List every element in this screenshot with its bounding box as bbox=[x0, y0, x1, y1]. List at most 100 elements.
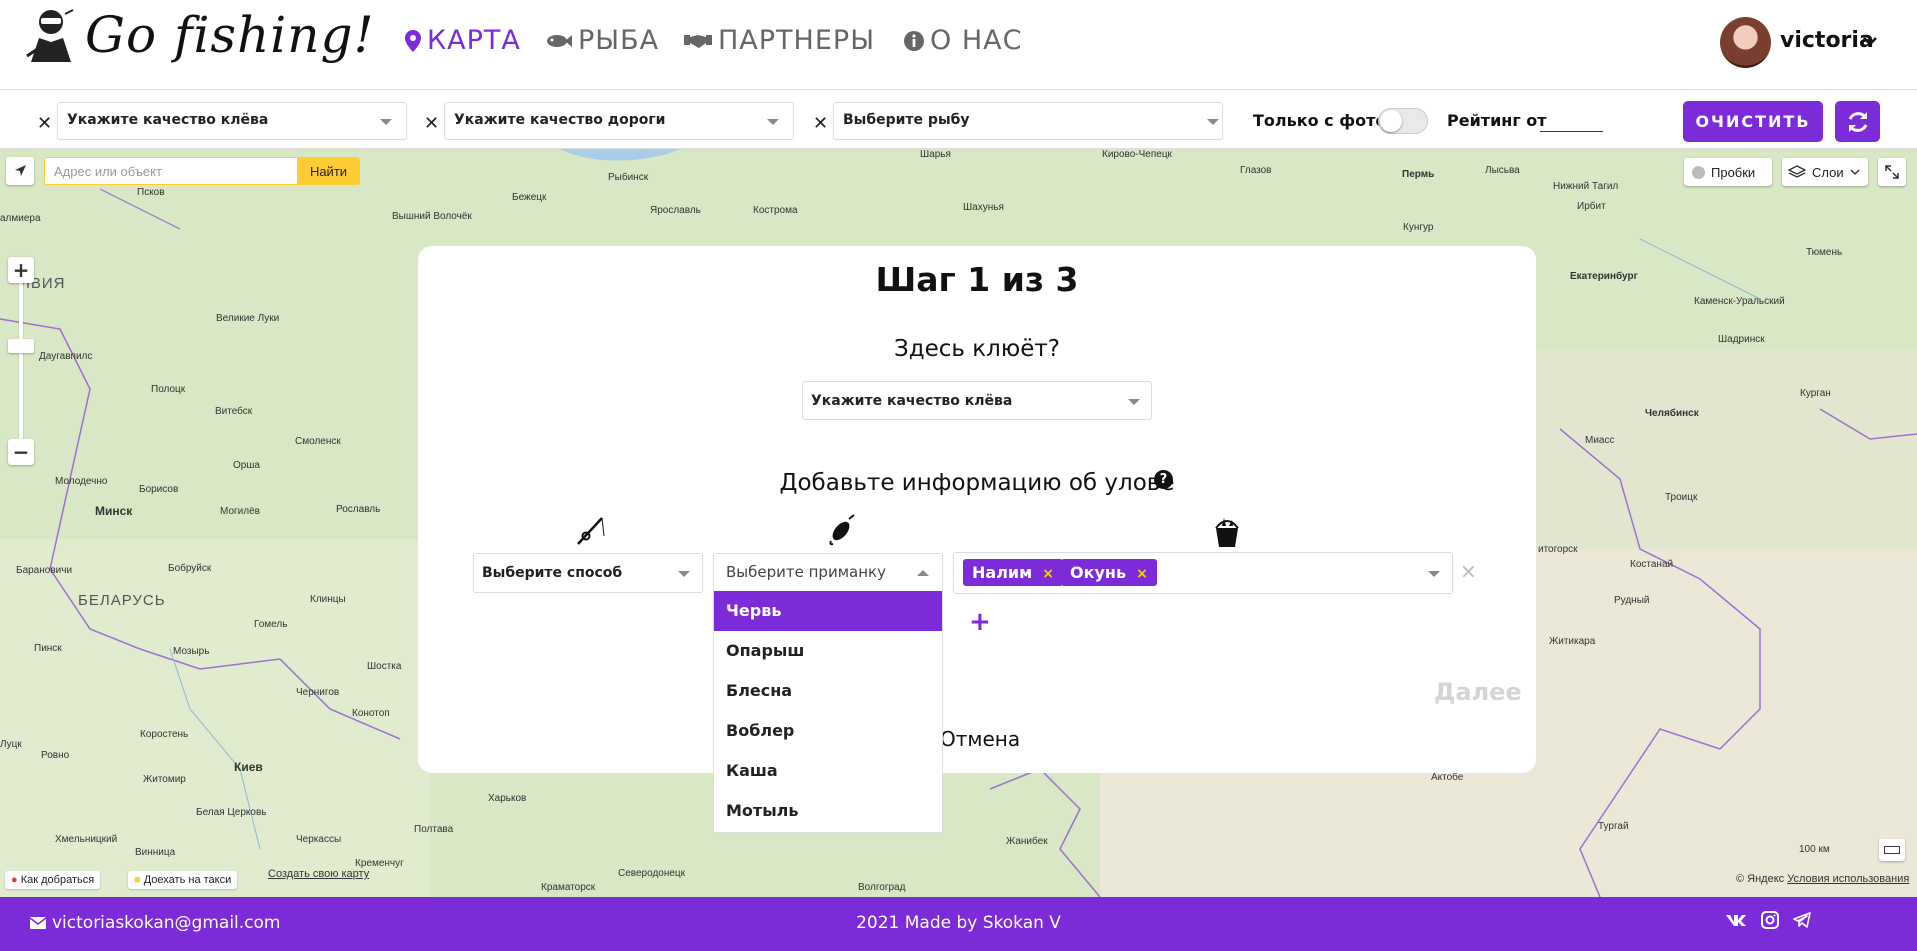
map-label-city: Великие Луки bbox=[216, 313, 280, 324]
map-label-city: Харьков bbox=[488, 793, 527, 804]
map-label-city: Курган bbox=[1800, 388, 1831, 399]
chevron-down-icon[interactable] bbox=[1862, 36, 1878, 46]
traffic-button[interactable]: Пробки bbox=[1684, 158, 1772, 186]
toggle-knob bbox=[1380, 110, 1402, 132]
fisherman-logo-icon[interactable] bbox=[25, 8, 77, 64]
bait-option[interactable]: Мотыль bbox=[714, 791, 942, 831]
catch-method-select[interactable]: Выберите способ bbox=[473, 553, 703, 593]
fishing-rod-icon bbox=[577, 517, 605, 545]
map-label-city: Кунгур bbox=[1403, 222, 1434, 233]
bait-select[interactable]: Выберите приманку bbox=[713, 553, 943, 591]
remove-tag-icon[interactable]: × bbox=[1136, 566, 1148, 582]
bait-option[interactable]: Червь bbox=[714, 591, 942, 631]
cancel-button[interactable]: Отмена bbox=[940, 727, 1020, 751]
map-label-city: Рыбинск bbox=[608, 172, 649, 183]
bite-quality-select[interactable]: Укажите качество клёва bbox=[57, 102, 407, 140]
next-button[interactable]: Далее bbox=[1434, 678, 1522, 706]
map-label-city: Бобруйск bbox=[168, 563, 212, 574]
map-scale: 100 км bbox=[1799, 844, 1830, 855]
bait-option[interactable]: Опарыш bbox=[714, 631, 942, 671]
modal-bite-quality-select[interactable]: Укажите качество клёва bbox=[802, 381, 1152, 420]
caret-down-icon bbox=[1428, 571, 1440, 577]
ruler-button[interactable] bbox=[1879, 839, 1905, 861]
bait-option[interactable]: Каша bbox=[714, 751, 942, 791]
taxi-button[interactable]: ■ Доехать на такси bbox=[128, 871, 238, 889]
map-label-city: Каменск-Уральский bbox=[1694, 296, 1785, 307]
brand-title[interactable]: Go fishing! bbox=[85, 6, 375, 64]
locate-button[interactable] bbox=[6, 157, 34, 185]
remove-tag-icon[interactable]: × bbox=[1042, 566, 1054, 582]
select-value: Укажите качество клёва bbox=[811, 393, 1013, 409]
bait-lure-icon bbox=[829, 514, 855, 546]
map-label-city: алмиера bbox=[0, 213, 41, 224]
tag-label: Налим bbox=[972, 563, 1033, 582]
clear-fish-filter-icon[interactable]: ✕ bbox=[813, 113, 828, 134]
map-label-city: Рудный bbox=[1614, 595, 1650, 606]
map-label-region: БЕЛАРУСЬ bbox=[78, 592, 166, 609]
route-label: Как добраться bbox=[20, 874, 95, 886]
tag-label: Окунь bbox=[1070, 563, 1127, 582]
traffic-label: Пробки bbox=[1711, 164, 1756, 180]
fish-tag: Налим × bbox=[963, 559, 1063, 586]
rating-input[interactable] bbox=[1540, 131, 1603, 132]
map-find-button[interactable]: Найти bbox=[297, 157, 360, 185]
map-label-city: Могилёв bbox=[220, 506, 260, 517]
clear-filters-button[interactable]: ОЧИСТИТЬ bbox=[1683, 101, 1823, 142]
map-label-city: Псков bbox=[137, 187, 165, 198]
vk-icon[interactable] bbox=[1725, 913, 1747, 927]
clear-bite-filter-icon[interactable]: ✕ bbox=[37, 113, 52, 134]
nav-label: О НАС bbox=[930, 25, 1023, 56]
fish-tag: Окунь × bbox=[1061, 559, 1157, 586]
map-label-city: Глазов bbox=[1240, 165, 1272, 176]
instagram-icon[interactable] bbox=[1761, 911, 1779, 929]
map-label-city: Минск bbox=[95, 504, 133, 518]
help-icon[interactable]: ? bbox=[1154, 470, 1173, 489]
zoom-out-button[interactable]: − bbox=[8, 439, 34, 465]
ruler-icon bbox=[1884, 846, 1900, 854]
avatar[interactable] bbox=[1720, 17, 1771, 68]
add-row-button[interactable]: + bbox=[969, 607, 991, 637]
map-search-input[interactable]: Адрес или объект bbox=[44, 157, 298, 185]
nav-item-partners[interactable]: ПАРТНЕРЫ bbox=[684, 25, 875, 56]
map-label-city: Челябинск bbox=[1645, 408, 1699, 419]
copyright-text: © Яндекс bbox=[1736, 873, 1785, 885]
refresh-icon bbox=[1848, 111, 1867, 132]
clear-road-filter-icon[interactable]: ✕ bbox=[424, 113, 439, 134]
layers-label: Слои bbox=[1812, 164, 1844, 180]
fullscreen-button[interactable] bbox=[1878, 158, 1906, 186]
map-label-city: Северодонецк bbox=[618, 868, 686, 879]
refresh-button[interactable] bbox=[1835, 101, 1880, 142]
map-label-city: Полоцк bbox=[151, 384, 186, 395]
map-label-city: Ровно bbox=[41, 750, 70, 761]
map-label-city: Шахунья bbox=[963, 202, 1004, 213]
road-quality-select[interactable]: Укажите качество дороги bbox=[444, 102, 794, 140]
select-value: Выберите приманку bbox=[726, 563, 886, 581]
map-label-city: итогорск bbox=[1538, 544, 1578, 555]
layers-button[interactable]: Слои bbox=[1782, 158, 1868, 186]
handshake-icon bbox=[684, 34, 712, 48]
photo-only-toggle[interactable] bbox=[1378, 108, 1428, 134]
map-label-city: Винница bbox=[135, 847, 176, 858]
bait-option[interactable]: Воблер bbox=[714, 711, 942, 751]
telegram-icon[interactable] bbox=[1793, 912, 1811, 928]
create-map-link[interactable]: Создать свою карту bbox=[268, 868, 369, 880]
fish-select[interactable]: Выберите рыбу bbox=[833, 102, 1223, 140]
remove-row-icon[interactable]: × bbox=[1460, 559, 1477, 583]
zoom-handle[interactable] bbox=[8, 339, 34, 353]
bait-option[interactable]: Блесна bbox=[714, 671, 942, 711]
nav-item-map[interactable]: КАРТА bbox=[405, 25, 521, 56]
map-label-city: Молодечно bbox=[55, 476, 108, 487]
traffic-light-icon bbox=[1692, 165, 1705, 179]
map-label-city: Орша bbox=[233, 460, 260, 471]
catch-question: Добавьте информацию об улове bbox=[779, 470, 1175, 496]
zoom-in-button[interactable]: + bbox=[8, 257, 34, 283]
route-button[interactable]: ● Как добраться bbox=[5, 871, 101, 889]
map-label-city: Тюмень bbox=[1806, 247, 1843, 258]
nav-item-fish[interactable]: РЫБА bbox=[546, 25, 659, 56]
nav-item-about[interactable]: О НАС bbox=[904, 25, 1022, 56]
zoom-track[interactable] bbox=[19, 282, 23, 442]
user-name[interactable]: victoria bbox=[1780, 28, 1874, 53]
terms-link[interactable]: Условия использования bbox=[1787, 873, 1909, 885]
map-label-city: Шарья bbox=[920, 149, 951, 160]
layers-icon bbox=[1788, 165, 1806, 178]
